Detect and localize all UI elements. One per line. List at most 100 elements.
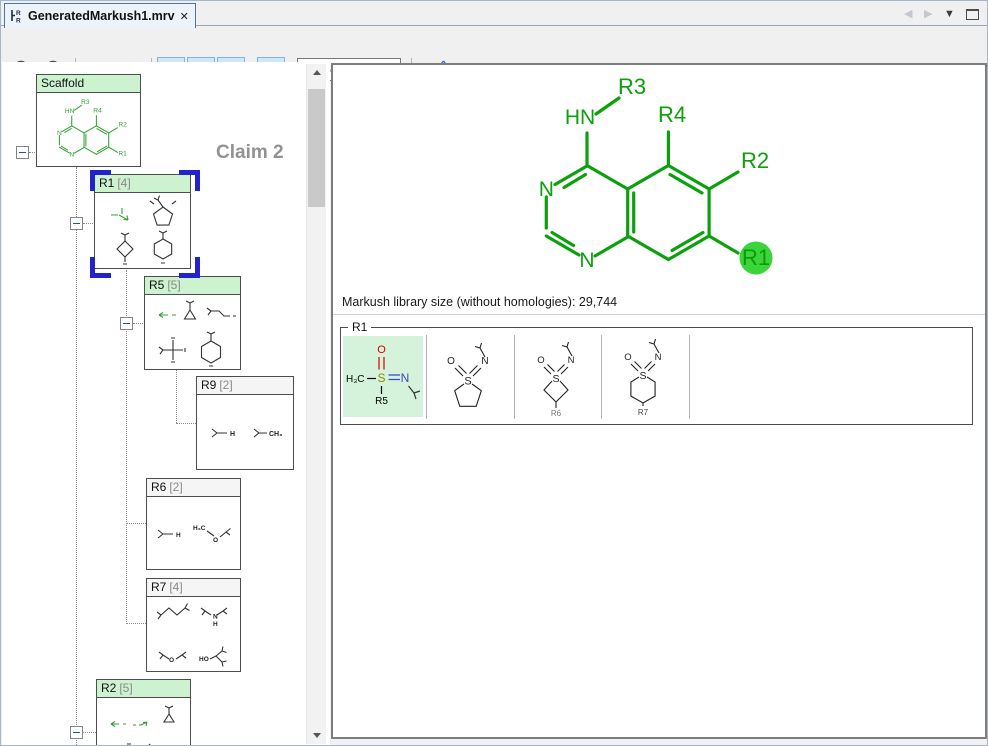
cell2-n-label: N: [481, 356, 488, 367]
tree-node-r2-label: R2: [101, 681, 116, 695]
file-icon-letter-top: R: [16, 10, 21, 17]
cell4-s-label: S: [639, 370, 646, 382]
r9-h-label: H: [230, 431, 235, 438]
tree-node-r5-label: R5: [149, 278, 164, 292]
mini-r1-label: R1: [118, 151, 127, 158]
scrollbar-thumb[interactable]: [308, 89, 325, 207]
claim-title: Claim 2: [216, 142, 284, 164]
tree-node-scaffold-header[interactable]: Scaffold: [37, 75, 140, 93]
tree-node-r7-body[interactable]: N H O HO: [147, 597, 240, 677]
tree-node-r9-label: R9: [201, 378, 216, 392]
tab-scroll-right-icon[interactable]: ▶: [924, 7, 932, 21]
r9-ch3-label: CH₃: [269, 431, 282, 438]
cell4-n-label: N: [655, 352, 662, 363]
cell-separator: [689, 335, 690, 419]
tree-node-r9-count: [2]: [219, 378, 232, 392]
cell4-o-label: O: [624, 352, 631, 363]
tree-scrollbar[interactable]: [306, 64, 326, 744]
r7-o-label: O: [169, 657, 174, 664]
r7-ho-label: HO: [199, 656, 209, 663]
cell-separator: [514, 335, 515, 419]
tree-node-r9-header[interactable]: R9[2]: [197, 377, 293, 395]
cell1-n-label: N: [401, 371, 410, 385]
selection-corner: [90, 257, 111, 278]
tab-strip: R R GeneratedMarkush1.mrv ✕ ◀ ▶ ▼: [1, 1, 987, 27]
restore-window-icon[interactable]: [966, 9, 979, 20]
tree-connector: [126, 523, 146, 524]
scaffold-structure[interactable]: HN R3 R4 R2 N N R1: [479, 71, 809, 291]
selection-corner: [90, 170, 111, 191]
tree-node-r6[interactable]: R6[2] H H₃C O: [146, 478, 241, 570]
tree-node-r6-label: R6: [151, 480, 166, 494]
tree-node-r9[interactable]: R9[2] H CH₃: [196, 376, 294, 470]
mini-n1-label: N: [69, 152, 74, 159]
r1-member-3-structure[interactable]: S O N R6: [517, 336, 596, 417]
tree-node-r5-header[interactable]: R5[5]: [145, 277, 240, 295]
cell4-r7-label: R7: [638, 408, 649, 417]
r5-mini-structures: [145, 295, 240, 370]
tree-node-r2[interactable]: R2[5]: [96, 679, 191, 746]
cell1-h3c-label: H₃C: [346, 374, 365, 385]
r1-member-2-structure[interactable]: S O N: [429, 336, 508, 417]
tree-node-r1-count: [4]: [117, 176, 130, 190]
tree-connector: [83, 732, 96, 733]
r1-member-1-structure[interactable]: H₃C S O N R5: [343, 336, 423, 417]
r6-h3c-label: H₃C: [193, 525, 206, 532]
hn-label: HN: [565, 106, 595, 129]
tab-list-icon[interactable]: ▼: [944, 7, 955, 21]
r6-h-label: H: [176, 532, 181, 539]
tree-node-r2-body[interactable]: [97, 698, 190, 746]
tree-node-r7-header[interactable]: R7[4]: [147, 579, 240, 597]
r7-nh-label: H: [213, 621, 218, 628]
expander-r1[interactable]: [70, 217, 83, 230]
cell1-r5-label: R5: [375, 396, 388, 407]
r7-mini-structures: N H O HO: [147, 597, 240, 672]
tree-node-r6-body[interactable]: H H₃C O: [147, 497, 240, 575]
r2-mini-structures: [97, 698, 190, 746]
cell3-o-label: O: [537, 355, 544, 366]
expander-scaffold[interactable]: [16, 146, 29, 159]
tab-scroll-left-icon[interactable]: ◀: [904, 7, 912, 21]
tree-node-r5-count: [5]: [167, 278, 180, 292]
cell2-s-label: S: [464, 376, 471, 388]
expander-r5[interactable]: [120, 317, 133, 330]
tree-node-r7-label: R7: [151, 580, 166, 594]
tree-node-r9-body[interactable]: H CH₃: [197, 395, 293, 475]
tree-node-r2-header[interactable]: R2[5]: [97, 680, 190, 698]
n3-label: N: [539, 178, 554, 201]
cell2-o-label: O: [447, 356, 455, 367]
tab-close-icon[interactable]: ✕: [180, 10, 189, 23]
selection-corner: [179, 170, 200, 191]
tree-node-r6-count: [2]: [169, 480, 182, 494]
cell-separator: [426, 335, 427, 419]
toolbar: R R Scaffold R: [1, 27, 987, 62]
r1-member-4-structure[interactable]: S O N R7: [604, 336, 683, 417]
tree-node-scaffold-label: Scaffold: [41, 76, 84, 90]
scroll-down-icon[interactable]: [307, 727, 326, 744]
tree-connector: [76, 167, 77, 745]
markush-file-icon: R R: [9, 8, 24, 24]
tree-node-r7[interactable]: R7[4] N H O HO: [146, 578, 241, 672]
r1-box-legend: R1: [348, 320, 371, 334]
cell3-r6-label: R6: [551, 409, 562, 417]
n1-label: N: [579, 249, 594, 272]
tree-node-r7-count: [4]: [169, 580, 182, 594]
document-tab[interactable]: R R GeneratedMarkush1.mrv ✕: [4, 3, 196, 28]
r6-o-label: O: [213, 537, 218, 544]
tree-node-r5[interactable]: R5[5]: [144, 276, 241, 370]
mini-hn-label: HN: [65, 108, 75, 115]
scroll-up-icon[interactable]: [307, 64, 326, 81]
r3-label: R3: [618, 74, 646, 99]
tree-node-r5-body[interactable]: [145, 295, 240, 375]
r6-mini-structures: H H₃C O: [147, 497, 240, 570]
mini-n3-label: N: [57, 130, 62, 137]
tree-node-scaffold[interactable]: Scaffold: [36, 74, 141, 167]
r2-label: R2: [741, 148, 769, 173]
tree-connector: [176, 370, 177, 423]
tree-connector: [176, 423, 196, 424]
tree-node-r6-header[interactable]: R6[2]: [147, 479, 240, 497]
library-size-text: Markush library size (without homologies…: [342, 295, 617, 309]
r1-label-highlighted[interactable]: R1: [742, 245, 770, 270]
mini-r3-label: R3: [81, 99, 90, 106]
expander-r2[interactable]: [70, 726, 83, 739]
